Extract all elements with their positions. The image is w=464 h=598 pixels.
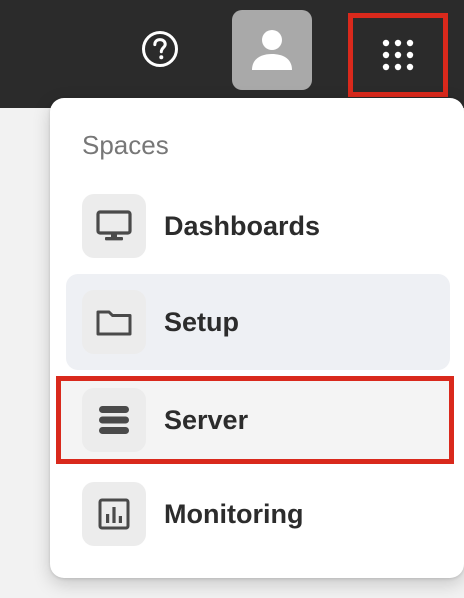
space-item-label: Setup xyxy=(164,306,240,337)
space-item-label: Server xyxy=(164,404,249,435)
user-icon xyxy=(252,30,292,70)
space-item-setup[interactable]: Setup xyxy=(66,274,450,370)
space-item-dashboards[interactable]: Dashboards xyxy=(66,178,450,274)
space-icon-tile xyxy=(82,194,146,258)
server-icon xyxy=(99,406,129,434)
space-item-server[interactable]: Server xyxy=(56,376,454,464)
space-icon-tile xyxy=(82,388,146,452)
user-avatar-button[interactable] xyxy=(232,10,312,90)
help-circle-icon xyxy=(142,31,178,67)
folder-icon xyxy=(96,310,132,336)
spaces-dropdown-menu: Spaces Dashboards Setup Server Monitorin… xyxy=(50,98,464,578)
space-icon-tile xyxy=(82,290,146,354)
top-bar xyxy=(0,0,464,108)
help-button[interactable] xyxy=(138,27,182,71)
apps-menu-button[interactable] xyxy=(348,13,448,97)
space-icon-tile xyxy=(82,482,146,546)
monitor-icon xyxy=(96,210,132,241)
apps-grid-icon xyxy=(382,39,414,71)
space-item-monitoring[interactable]: Monitoring xyxy=(66,466,450,562)
bar-chart-icon xyxy=(98,498,130,530)
space-item-label: Dashboards xyxy=(164,210,321,241)
spaces-section-label: Spaces xyxy=(82,130,169,160)
space-item-label: Monitoring xyxy=(164,498,304,529)
